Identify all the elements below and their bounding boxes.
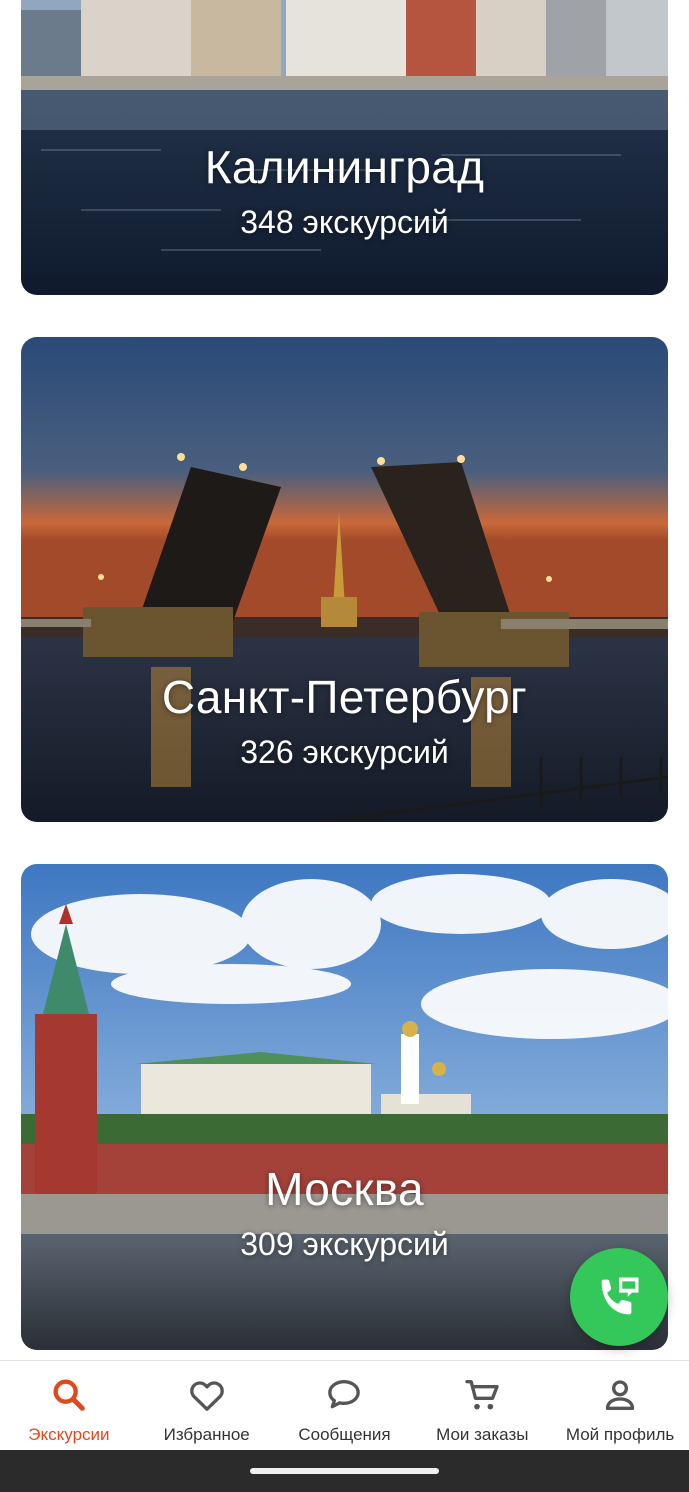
card-caption: Санкт-Петербург 326 экскурсий — [21, 670, 668, 771]
moscow-photo — [21, 864, 668, 1350]
nav-item-profile[interactable]: Мой профиль — [551, 1361, 689, 1450]
nav-label: Экскурсии — [28, 1425, 110, 1444]
nav-item-messages[interactable]: Сообщения — [276, 1361, 414, 1450]
excursion-feed[interactable]: Калининград 348 экскурсий Санкт-Петербур… — [0, 0, 689, 1360]
call-chat-button[interactable] — [570, 1248, 668, 1346]
search-icon — [53, 1379, 85, 1411]
card-caption: Москва 309 экскурсий — [21, 1162, 668, 1263]
chat-bubble-icon — [328, 1380, 361, 1409]
nav-label: Мои заказы — [436, 1425, 529, 1444]
city-card-moscow[interactable]: Москва 309 экскурсий — [21, 864, 668, 1350]
city-card-saint-petersburg[interactable]: Санкт-Петербург 326 экскурсий — [21, 337, 668, 822]
home-indicator[interactable] — [250, 1468, 439, 1474]
cart-icon — [465, 1380, 499, 1410]
card-caption: Калининград 348 экскурсий — [21, 140, 668, 241]
system-navigation-bar — [0, 1450, 689, 1492]
bottom-navigation: Экскурсии Избранное Сообщения Мои заказы… — [0, 1360, 689, 1450]
person-icon — [605, 1380, 635, 1410]
nav-label: Избранное — [163, 1425, 250, 1444]
nav-item-orders[interactable]: Мои заказы — [413, 1361, 551, 1450]
city-card-kaliningrad[interactable]: Калининград 348 экскурсий — [21, 0, 668, 295]
city-name: Калининград — [204, 141, 485, 193]
nav-label: Мой профиль — [565, 1425, 675, 1444]
excursion-count: 326 экскурсий — [240, 734, 449, 770]
heart-icon — [189, 1381, 224, 1411]
excursion-count: 348 экскурсий — [240, 204, 449, 240]
city-name: Москва — [265, 1163, 424, 1215]
nav-item-favorites[interactable]: Избранное — [138, 1361, 276, 1450]
nav-label: Сообщения — [298, 1425, 391, 1444]
nav-item-excursions[interactable]: Экскурсии — [0, 1361, 138, 1450]
excursion-count: 309 экскурсий — [240, 1226, 449, 1262]
city-name: Санкт-Петербург — [161, 671, 528, 723]
phone-chat-icon — [601, 1277, 639, 1315]
